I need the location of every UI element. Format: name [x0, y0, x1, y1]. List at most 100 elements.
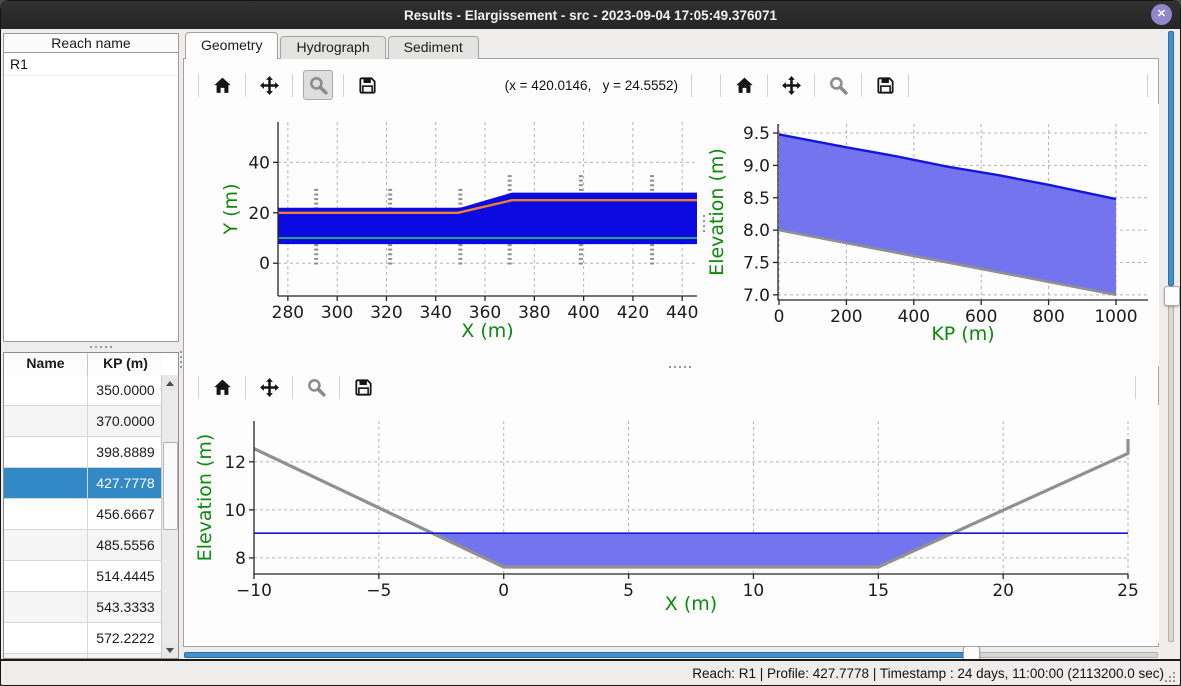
name-cell[interactable] — [4, 592, 88, 622]
kp-cell[interactable]: 485.5556 — [88, 530, 163, 560]
reach-list[interactable]: R1 — [3, 52, 179, 342]
vertical-slider[interactable] — [1163, 31, 1179, 644]
zoom-button[interactable] — [825, 72, 851, 98]
name-cell[interactable] — [4, 530, 88, 560]
toolbar-separator — [245, 376, 246, 399]
kp-cell[interactable]: 572.2222 — [88, 623, 163, 653]
home-button[interactable] — [209, 374, 235, 400]
profile-row[interactable]: 572.2222 — [4, 623, 163, 654]
tab-geometry[interactable]: Geometry — [185, 32, 278, 59]
toolbar-separator — [814, 74, 815, 97]
svg-text:Elevation (m): Elevation (m) — [707, 148, 728, 276]
profile-row[interactable]: 514.4445 — [4, 561, 163, 592]
kp-cell[interactable]: 456.6667 — [88, 499, 163, 529]
toolbar-separator — [1147, 74, 1148, 97]
grip-dots — [1164, 671, 1166, 673]
column-header-kp[interactable]: KP (m) — [88, 353, 163, 375]
kp-cell[interactable]: 514.4445 — [88, 561, 163, 591]
home-button[interactable] — [209, 72, 235, 98]
pan-button[interactable] — [256, 72, 282, 98]
svg-text:Y (m): Y (m) — [220, 184, 242, 236]
zoom-button[interactable] — [303, 70, 333, 100]
toolbar-separator — [198, 74, 199, 97]
statusbar: Reach: R1 | Profile: 427.7778 | Timestam… — [1, 661, 1180, 686]
svg-text:−5: −5 — [366, 581, 391, 601]
kp-cell[interactable]: 427.7778 — [88, 468, 163, 498]
name-cell[interactable] — [4, 468, 88, 498]
reach-item[interactable]: R1 — [4, 53, 178, 76]
save-button[interactable] — [354, 72, 380, 98]
svg-text:10: 10 — [224, 501, 246, 521]
cursor-coordinates: (x = 420.0146, y = 24.5552) — [505, 78, 684, 93]
vertical-slider-filled-track[interactable] — [1168, 31, 1174, 286]
profile-row[interactable]: 427.7778 — [4, 468, 163, 499]
profile-row[interactable]: 456.6667 — [4, 499, 163, 530]
svg-text:40: 40 — [248, 153, 270, 173]
svg-text:−10: −10 — [236, 581, 272, 601]
name-cell[interactable] — [4, 499, 88, 529]
svg-text:KP (m): KP (m) — [931, 323, 994, 345]
scrollbar-thumb[interactable] — [163, 442, 178, 530]
pan-button[interactable] — [256, 374, 282, 400]
svg-text:440: 440 — [666, 303, 698, 323]
close-button[interactable]: ✕ — [1151, 4, 1172, 25]
plots-splitter-handle[interactable] — [701, 201, 706, 231]
svg-text:280: 280 — [272, 303, 304, 323]
tab-hydrograph[interactable]: Hydrograph — [280, 36, 385, 59]
profile-row[interactable]: 350.0000 — [4, 375, 163, 406]
scroll-down-button[interactable] — [162, 642, 177, 658]
sidebar-splitter-handle[interactable] — [3, 343, 179, 351]
table-scrollbar[interactable] — [161, 375, 178, 658]
vertical-slider-empty-track[interactable] — [1168, 304, 1174, 642]
kp-cell[interactable]: 543.3333 — [88, 592, 163, 622]
pan-icon — [782, 76, 801, 95]
status-text: Reach: R1 | Profile: 427.7778 | Timestam… — [692, 661, 1164, 686]
home-button[interactable] — [731, 72, 757, 98]
svg-text:200: 200 — [830, 307, 862, 327]
cross-section-toolbar — [191, 369, 1143, 405]
column-header-name[interactable]: Name — [4, 353, 88, 375]
window-title: Results - Elargissement - src - 2023-09-… — [404, 8, 777, 23]
save-icon — [876, 76, 895, 95]
kp-cell[interactable]: 398.8889 — [88, 437, 163, 467]
zoom-button[interactable] — [303, 374, 329, 400]
name-cell[interactable] — [4, 375, 88, 405]
profile-row[interactable]: 370.0000 — [4, 406, 163, 437]
toolbar-separator — [343, 74, 344, 97]
save-button[interactable] — [872, 72, 898, 98]
toolbar-separator — [720, 74, 721, 97]
tab-sediment[interactable]: Sediment — [388, 36, 479, 59]
name-cell[interactable] — [4, 623, 88, 653]
plan-view-plot[interactable]: 28030032034036038040042044002040X (m)Y (… — [185, 104, 702, 366]
save-button[interactable] — [350, 374, 376, 400]
rows-splitter-handle[interactable] — [653, 364, 687, 369]
titlebar[interactable]: Results - Elargissement - src - 2023-09-… — [1, 1, 1180, 29]
time-slider-filled-track[interactable] — [184, 652, 965, 658]
name-cell[interactable] — [4, 561, 88, 591]
profile-row[interactable]: 398.8889 — [4, 437, 163, 468]
svg-text:20: 20 — [248, 204, 270, 224]
splitter-dots — [180, 351, 182, 353]
scroll-up-button[interactable] — [162, 375, 177, 391]
longitudinal-profile-plot[interactable]: 020040060080010007.07.58.08.59.09.5KP (m… — [707, 104, 1159, 366]
save-icon — [354, 378, 373, 397]
pan-button[interactable] — [778, 72, 804, 98]
time-slider-empty-track[interactable] — [965, 652, 1158, 658]
svg-text:Elevation (m): Elevation (m) — [194, 434, 216, 562]
cross-section-plot[interactable]: −10−5051015202581012X (m)Elevation (m) — [185, 405, 1159, 643]
name-cell[interactable] — [4, 437, 88, 467]
home-icon — [735, 76, 754, 95]
profile-row[interactable]: 485.5556 — [4, 530, 163, 561]
svg-text:420: 420 — [617, 303, 649, 323]
magnifier-icon — [307, 378, 326, 397]
vertical-slider-handle[interactable] — [1164, 286, 1180, 306]
svg-text:8: 8 — [235, 549, 246, 569]
profile-row[interactable]: 543.3333 — [4, 592, 163, 623]
size-grip[interactable] — [1164, 671, 1176, 683]
svg-text:15: 15 — [867, 581, 889, 601]
kp-cell[interactable]: 370.0000 — [88, 406, 163, 436]
name-cell[interactable] — [4, 406, 88, 436]
kp-cell[interactable]: 350.0000 — [88, 375, 163, 405]
svg-text:1000: 1000 — [1094, 307, 1137, 327]
magnifier-icon — [829, 76, 848, 95]
